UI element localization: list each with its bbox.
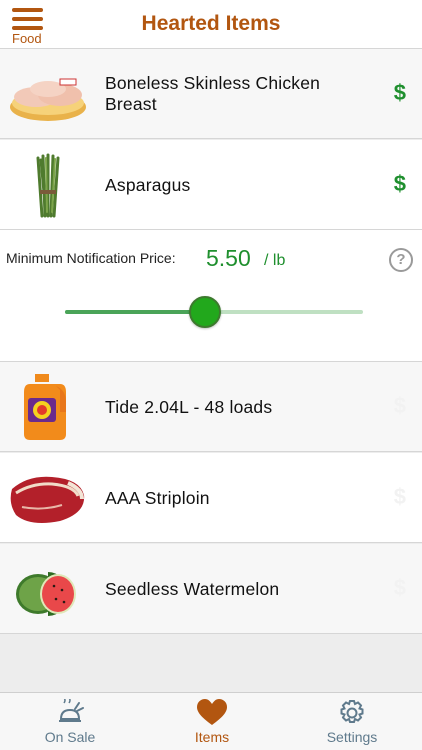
tab-bar: On Sale Items Settings [0,692,422,750]
notification-price-unit: / lb [264,252,286,269]
item-name: Asparagus [105,174,191,195]
heart-icon [197,699,227,725]
turkey-sale-icon [59,699,84,722]
slider-thumb[interactable] [189,296,222,328]
price-alert-icon[interactable]: $ [394,171,406,197]
tab-label: Settings [326,729,378,745]
asparagus-image [36,153,60,218]
list-item-asparagus[interactable]: Asparagus $ [0,140,422,230]
striploin-steak-image [10,476,85,523]
tab-items[interactable]: Items [142,693,282,750]
price-alert-icon[interactable]: $ [394,393,406,419]
gear-icon [340,700,364,723]
price-alert-icon[interactable]: $ [394,484,406,510]
item-name: Boneless Skinless Chicken Breast [105,73,321,114]
help-icon[interactable]: ? [389,248,413,272]
item-name: AAA Striploin [105,487,210,508]
list-item-watermelon[interactable]: Seedless Watermelon $ [0,544,422,634]
list-item-chicken[interactable]: Boneless Skinless Chicken Breast $ [0,49,422,139]
price-alert-icon[interactable]: $ [394,80,406,106]
slider-fill [65,310,206,314]
item-name: Seedless Watermelon [105,578,280,599]
header: Food Hearted Items [0,0,422,49]
tab-label: On Sale [44,729,96,745]
chicken-breast-image [10,78,86,121]
watermelon-image [16,572,76,616]
notification-price-value: 5.50 [206,245,251,271]
page-title: Hearted Items [141,12,281,35]
notification-price-label: Minimum Notification Price: [6,250,176,266]
tab-on-sale[interactable]: On Sale [0,693,140,750]
tab-label: Items [194,729,230,745]
list-item-tide[interactable]: Tide 2.04L - 48 loads $ [0,362,422,452]
tide-detergent-image [24,374,66,440]
tab-settings[interactable]: Settings [282,693,422,750]
price-slider[interactable] [65,296,363,328]
item-name: Tide 2.04L - 48 loads [105,396,273,417]
notification-price-panel: Minimum Notification Price: 5.50 / lb ? [0,230,422,362]
list-item-striploin[interactable]: AAA Striploin $ [0,453,422,543]
price-alert-icon[interactable]: $ [394,575,406,601]
